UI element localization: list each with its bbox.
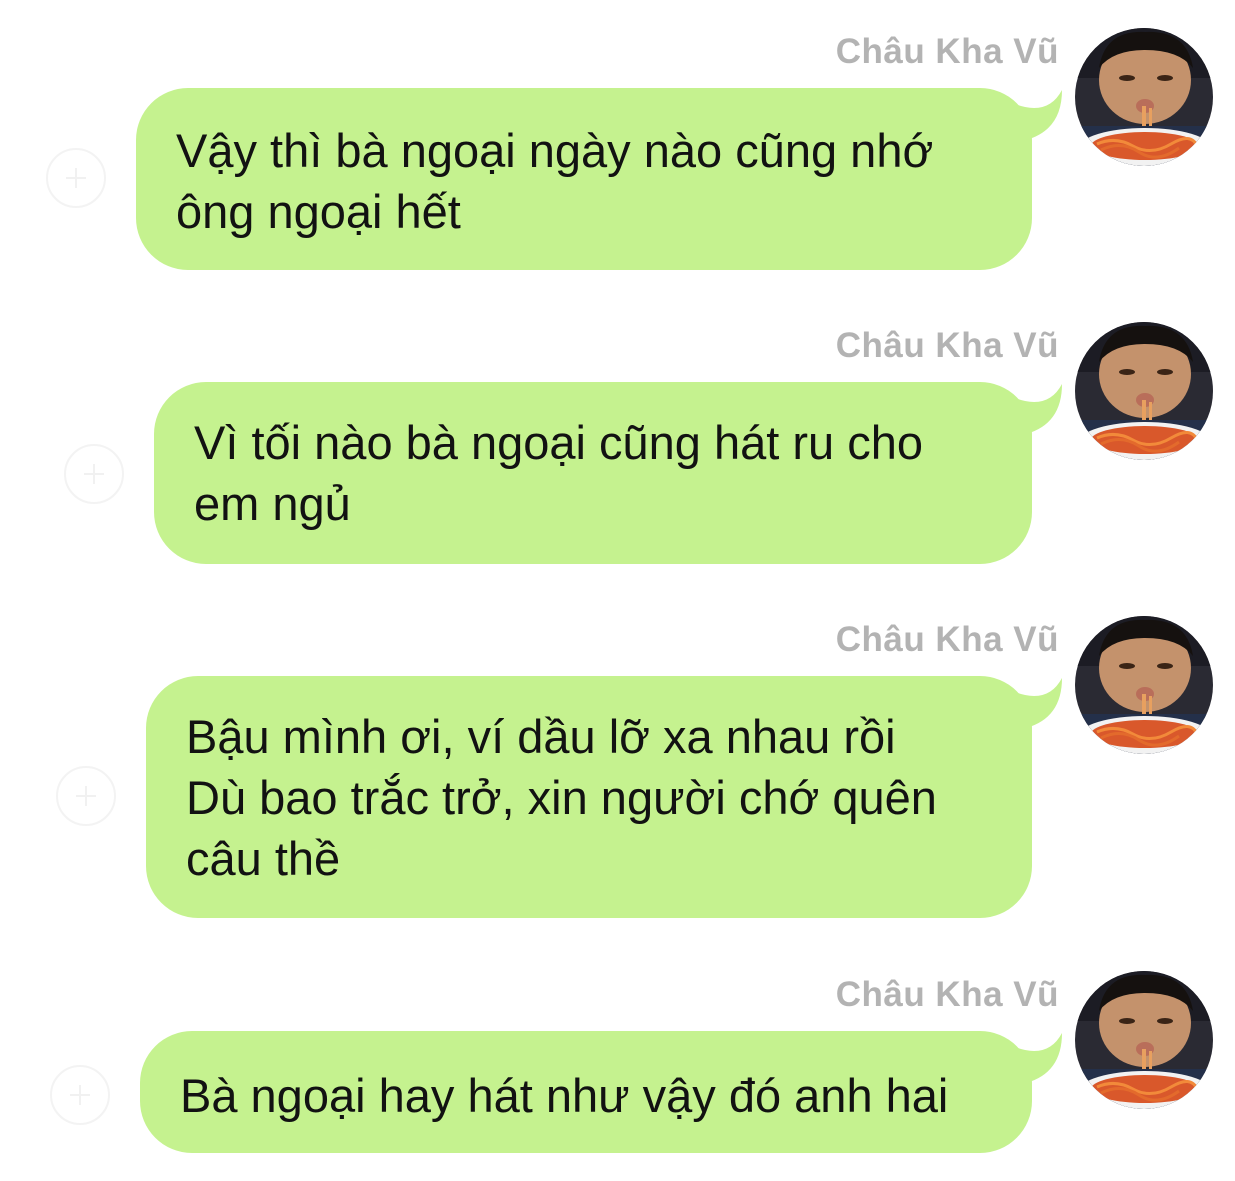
message-bubble[interactable]: Vì tối nào bà ngoại cũng hát ru cho em n… — [154, 382, 1032, 564]
sender-name: Châu Kha Vũ — [835, 326, 1059, 365]
message-3: Châu Kha Vũ Bậu mình ơi, ví dầu lỡ xa nh… — [0, 616, 1235, 926]
bubble-tail — [1006, 1033, 1062, 1083]
avatar-photo-icon[interactable] — [1075, 322, 1213, 460]
avatar-photo-icon[interactable] — [1075, 971, 1213, 1109]
message-bubble[interactable]: Bà ngoại hay hát như vậy đó anh hai — [140, 1031, 1032, 1153]
add-reaction-icon[interactable] — [46, 148, 106, 208]
bubble-tail — [1006, 678, 1062, 728]
sender-name: Châu Kha Vũ — [835, 975, 1059, 1014]
message-4: Châu Kha Vũ Bà ngoại hay hát như vậy đó … — [0, 971, 1235, 1161]
sender-name: Châu Kha Vũ — [835, 620, 1059, 659]
add-reaction-icon[interactable] — [50, 1065, 110, 1125]
sender-name: Châu Kha Vũ — [835, 32, 1059, 71]
avatar-photo-icon[interactable] — [1075, 28, 1213, 166]
message-bubble[interactable]: Vậy thì bà ngoại ngày nào cũng nhớ ông n… — [136, 88, 1032, 270]
avatar-photo-icon[interactable] — [1075, 616, 1213, 754]
message-2: Châu Kha Vũ Vì tối nào bà ngoại cũng hát… — [0, 322, 1235, 572]
message-bubble[interactable]: Bậu mình ơi, ví dầu lỡ xa nhau rồi Dù ba… — [146, 676, 1032, 918]
bubble-tail — [1006, 384, 1062, 434]
bubble-tail — [1006, 90, 1062, 140]
add-reaction-icon[interactable] — [64, 444, 124, 504]
message-1: Châu Kha Vũ Vậy thì bà ngoại ngày nào cũ… — [0, 28, 1235, 278]
add-reaction-icon[interactable] — [56, 766, 116, 826]
